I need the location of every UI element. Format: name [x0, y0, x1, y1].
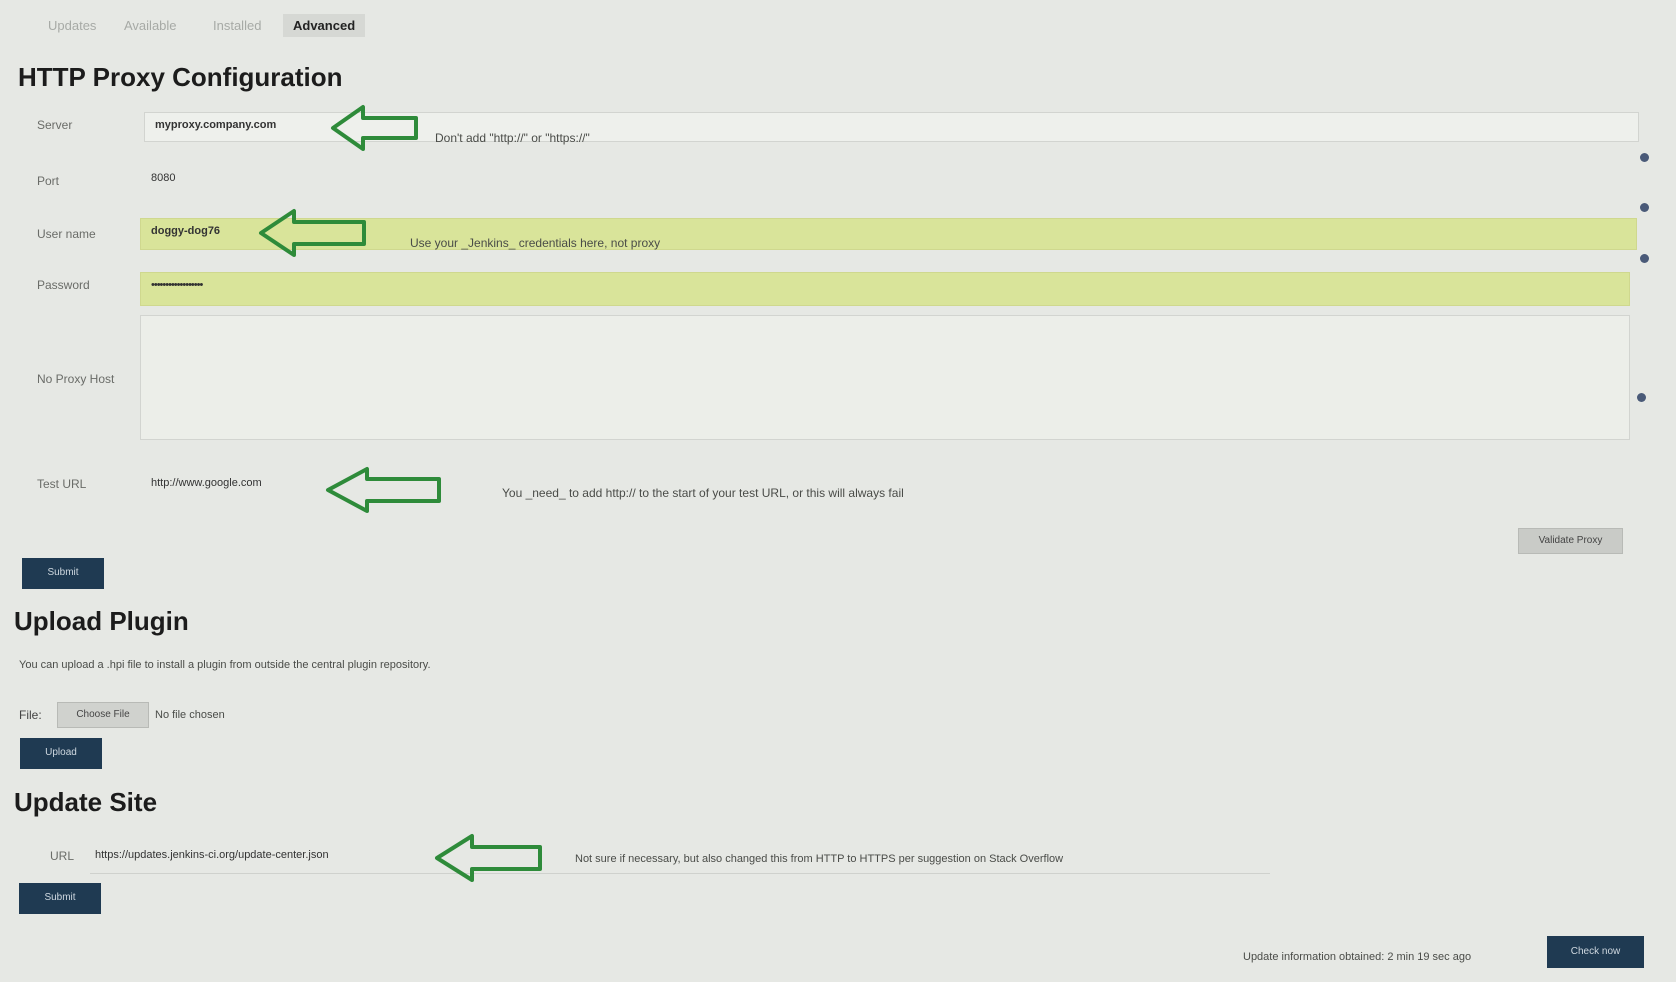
testurl-label: Test URL: [37, 477, 87, 491]
noproxy-label: No Proxy Host: [37, 372, 115, 386]
choose-file-button[interactable]: Choose File: [57, 702, 149, 728]
check-now-button[interactable]: Check now: [1547, 936, 1644, 968]
url-label: URL: [50, 849, 75, 863]
validate-proxy-button[interactable]: Validate Proxy: [1518, 528, 1623, 554]
url-field-underline: [90, 873, 1270, 874]
username-label: User name: [37, 227, 96, 241]
annotation-arrow-update-site: [435, 834, 542, 882]
server-help-icon[interactable]: [1640, 153, 1649, 162]
update-site-url-input[interactable]: https://updates.jenkins-ci.org/update-ce…: [90, 842, 440, 872]
proxy-section-title: HTTP Proxy Configuration: [18, 62, 343, 92]
update-site-url-value: https://updates.jenkins-ci.org/update-ce…: [95, 849, 329, 861]
server-note: Don't add "http://" or "https://": [435, 131, 590, 145]
port-value: 8080: [151, 172, 176, 184]
upload-section-title: Upload Plugin: [14, 606, 189, 636]
password-label: Password: [37, 278, 90, 292]
proxy-submit-button[interactable]: Submit: [22, 558, 104, 589]
tab-updates[interactable]: Updates: [48, 18, 96, 33]
upload-description: You can upload a .hpi file to install a …: [19, 659, 431, 671]
username-note: Use your _Jenkins_ credentials here, not…: [410, 236, 661, 250]
server-label: Server: [37, 118, 73, 132]
annotation-arrow-username: [259, 209, 366, 257]
no-file-text: No file chosen: [155, 709, 225, 721]
update-site-section-title: Update Site: [14, 787, 158, 817]
server-value: myproxy.company.com: [155, 119, 277, 131]
testurl-value: http://www.google.com: [151, 477, 262, 489]
upload-button[interactable]: Upload: [20, 738, 102, 769]
testurl-input[interactable]: http://www.google.com: [140, 470, 500, 500]
annotation-arrow-server: [331, 105, 418, 151]
update-site-note: Not sure if necessary, but also changed …: [575, 853, 1064, 865]
annotation-arrow-testurl: [326, 467, 441, 513]
password-input[interactable]: ••••••••••••••••••: [140, 272, 1630, 306]
noproxy-textarea[interactable]: [140, 315, 1630, 440]
port-label: Port: [37, 174, 60, 188]
port-input[interactable]: 8080: [140, 165, 1639, 197]
password-value: ••••••••••••••••••: [151, 279, 203, 291]
username-value: doggy-dog76: [151, 225, 221, 237]
testurl-note: You _need_ to add http:// to the start o…: [502, 486, 904, 500]
update-site-submit-button[interactable]: Submit: [19, 883, 101, 914]
tab-advanced[interactable]: Advanced: [283, 14, 366, 37]
update-status-text: Update information obtained: 2 min 19 se…: [1243, 951, 1472, 963]
username-help-icon[interactable]: [1640, 254, 1649, 263]
tab-installed[interactable]: Installed: [213, 18, 261, 33]
noproxy-help-icon[interactable]: [1637, 393, 1646, 402]
tab-available[interactable]: Available: [124, 18, 177, 33]
port-help-icon[interactable]: [1640, 203, 1649, 212]
file-label: File:: [19, 708, 42, 722]
